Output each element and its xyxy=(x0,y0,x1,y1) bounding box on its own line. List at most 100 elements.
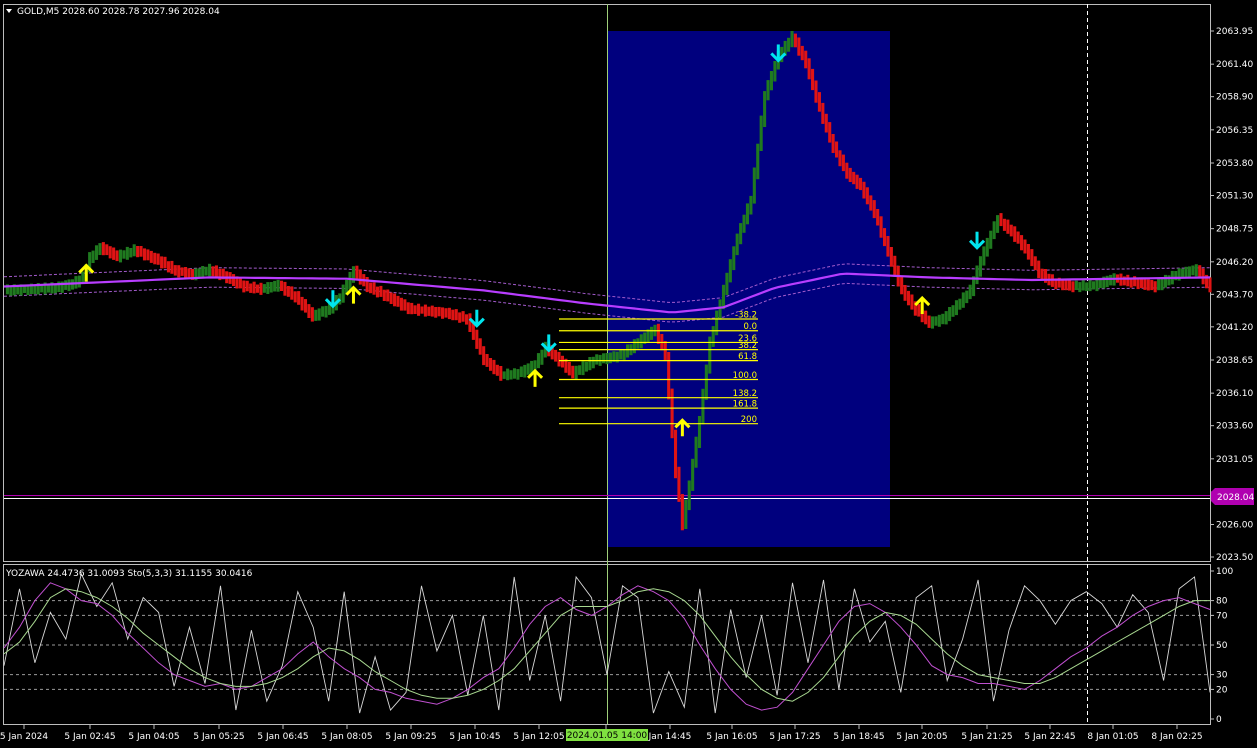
candle xyxy=(441,307,445,319)
candle xyxy=(273,280,277,292)
time-tick-label: 5 Jan 18:45 xyxy=(833,732,884,742)
candle xyxy=(475,329,479,349)
candle xyxy=(125,246,129,260)
candle xyxy=(255,284,260,293)
candle xyxy=(324,305,328,318)
time-tick-label: Jan 14:45 xyxy=(648,732,692,742)
candle xyxy=(348,271,352,290)
candle xyxy=(283,281,287,296)
candle xyxy=(677,466,681,502)
candle xyxy=(1030,249,1034,267)
candle xyxy=(64,280,68,290)
candle xyxy=(444,308,448,318)
candle xyxy=(375,286,379,298)
candle xyxy=(852,171,856,185)
candle xyxy=(1085,282,1089,292)
candle xyxy=(656,323,660,344)
candle xyxy=(639,334,643,349)
time-tick-label: 5 Jan 16:05 xyxy=(706,732,757,742)
candle xyxy=(266,282,270,294)
price-tick-label-0: 2063.95 xyxy=(1216,27,1253,37)
candle xyxy=(91,250,95,263)
candle xyxy=(468,313,472,332)
candle xyxy=(156,253,160,265)
candle xyxy=(423,304,427,317)
candle xyxy=(249,283,253,293)
candle xyxy=(574,365,578,380)
candle xyxy=(876,209,880,226)
candle xyxy=(910,294,914,310)
candle xyxy=(951,305,955,317)
candle xyxy=(968,284,972,300)
candle xyxy=(999,213,1003,227)
candle xyxy=(835,141,839,158)
price-tick-label-2: 2058.90 xyxy=(1216,93,1253,103)
candle xyxy=(519,366,523,377)
candle xyxy=(694,436,698,468)
fib-level-label: 0.0 xyxy=(743,322,757,332)
candle xyxy=(386,289,390,302)
candle xyxy=(893,255,897,275)
candle xyxy=(40,284,44,293)
candle xyxy=(1067,279,1072,291)
candle xyxy=(509,370,513,380)
candle xyxy=(937,314,941,327)
candle xyxy=(1013,226,1017,242)
candle xyxy=(1006,219,1010,234)
price-tick-label-10: 2038.65 xyxy=(1216,356,1253,366)
price-tick-label-8: 2043.70 xyxy=(1216,290,1253,300)
candle xyxy=(769,71,773,91)
candle xyxy=(1146,279,1150,291)
candle xyxy=(711,326,715,347)
osc-tick-label: 80 xyxy=(1216,597,1228,607)
price-tick-label-7: 2046.20 xyxy=(1216,258,1253,268)
price-tick-label-12: 2033.60 xyxy=(1216,422,1253,432)
candle xyxy=(259,282,263,295)
candle xyxy=(458,312,462,323)
candle xyxy=(122,250,126,259)
gold-m5-chart[interactable]: -38.20.023.638.261.8100.0138.2161.8200 2… xyxy=(0,0,1257,748)
candle xyxy=(1023,239,1027,254)
candle xyxy=(1187,266,1191,278)
candle xyxy=(540,349,544,365)
candle xyxy=(163,256,167,269)
candle xyxy=(482,346,486,366)
time-tick-label: 5 Jan 10:45 xyxy=(449,732,500,742)
candle xyxy=(1091,281,1096,290)
candle xyxy=(903,285,907,301)
candle xyxy=(1105,275,1109,288)
time-tick-label: 8 Jan 02:25 xyxy=(1151,732,1202,742)
candle xyxy=(9,286,13,296)
time-tick-label: 5 Jan 21:25 xyxy=(961,732,1012,742)
osc-tick-label: 100 xyxy=(1216,567,1233,577)
candle xyxy=(715,310,719,336)
candle xyxy=(1198,265,1202,279)
candle xyxy=(372,282,376,295)
symbol-header[interactable]: GOLD,M5 2028.60 2028.78 2027.96 2028.04 xyxy=(6,7,220,17)
candle xyxy=(673,429,678,479)
candle xyxy=(869,195,873,211)
candle xyxy=(554,349,558,362)
candle xyxy=(98,243,102,255)
fib-level-label: 200 xyxy=(741,415,757,425)
candle xyxy=(992,221,996,240)
candle xyxy=(132,244,136,257)
candle xyxy=(214,265,218,278)
candle xyxy=(1037,260,1041,279)
candle xyxy=(879,216,883,238)
candle xyxy=(512,368,517,379)
candle xyxy=(1061,279,1065,291)
candle xyxy=(721,284,726,310)
candle xyxy=(619,349,623,360)
candle xyxy=(828,122,832,143)
candle xyxy=(47,284,51,293)
fib-level-label: 100.0 xyxy=(733,371,757,381)
candle xyxy=(807,58,811,80)
candle xyxy=(238,277,242,289)
candle xyxy=(1009,224,1013,237)
candle xyxy=(571,365,575,379)
candle xyxy=(485,354,489,367)
session-highlight-box[interactable] xyxy=(608,31,890,547)
candle xyxy=(804,50,808,69)
candle xyxy=(622,349,626,362)
